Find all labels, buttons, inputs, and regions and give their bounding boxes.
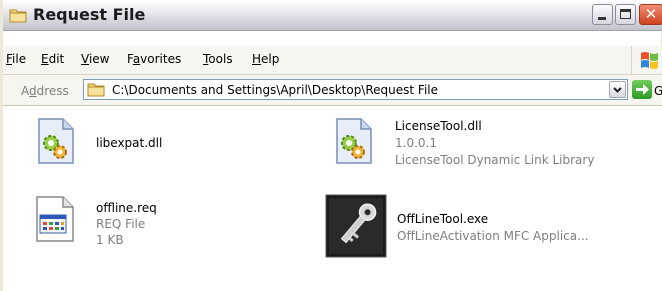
- file-item-offlinetool-exe[interactable]: OffLineTool.exe OffLineActivation MFC Ap…: [325, 194, 655, 260]
- file-name: libexpat.dll: [96, 136, 163, 150]
- address-input[interactable]: C:\Documents and Settings\April\Desktop\…: [83, 79, 628, 100]
- address-bar: Address C:\Documents and Settings\April\…: [3, 75, 662, 106]
- file-list: libexpat.dll LicenseTool.dll 1.0.0.1 Lic…: [6, 106, 662, 291]
- file-name: LicenseTool.dll: [395, 119, 482, 133]
- dll-gear-icon: [38, 118, 74, 164]
- menu-bar: File Edit View Favorites Tools Help: [3, 46, 662, 75]
- folder-icon: [9, 9, 27, 23]
- menu-edit[interactable]: Edit: [41, 52, 64, 66]
- chevron-down-icon: [613, 87, 622, 93]
- file-item-libexpat[interactable]: libexpat.dll: [31, 117, 291, 167]
- file-name: offline.req: [96, 201, 157, 215]
- folder-icon: [87, 83, 105, 97]
- menu-file[interactable]: File: [6, 52, 26, 66]
- dll-gear-icon: [336, 118, 372, 164]
- key-app-icon: [325, 194, 387, 258]
- file-version: 1.0.0.1: [395, 136, 437, 150]
- file-item-offline-req[interactable]: offline.req REQ File 1 KB: [31, 195, 291, 251]
- windows-flag-icon: [641, 52, 658, 69]
- menu-tools[interactable]: Tools: [203, 52, 233, 66]
- file-description: LicenseTool Dynamic Link Library: [395, 153, 595, 167]
- explorer-window: Request File ✕ File Edit View Favorites …: [0, 0, 662, 291]
- file-type: REQ File: [96, 217, 146, 231]
- title-bar[interactable]: Request File ✕: [3, 0, 662, 31]
- minimize-icon: [598, 17, 606, 20]
- menu-help[interactable]: Help: [252, 52, 279, 66]
- windows-logo-area: [631, 46, 662, 74]
- file-name: OffLineTool.exe: [397, 212, 489, 226]
- arrow-right-icon: [636, 84, 649, 95]
- address-label: Address: [21, 84, 69, 98]
- maximize-button[interactable]: [615, 4, 636, 25]
- file-item-licensetool-dll[interactable]: LicenseTool.dll 1.0.0.1 LicenseTool Dyna…: [329, 117, 649, 173]
- req-file-icon: [36, 196, 74, 242]
- close-icon: ✕: [644, 5, 658, 23]
- menu-view[interactable]: View: [81, 52, 109, 66]
- file-description: OffLineActivation MFC Applica...: [397, 229, 589, 243]
- go-button[interactable]: [632, 80, 652, 99]
- window-title: Request File: [33, 5, 146, 24]
- file-size: 1 KB: [96, 233, 124, 247]
- maximize-icon: [620, 9, 631, 19]
- minimize-button[interactable]: [592, 4, 613, 25]
- address-path: C:\Documents and Settings\April\Desktop\…: [112, 83, 438, 97]
- close-button[interactable]: ✕: [639, 4, 662, 25]
- address-dropdown-button[interactable]: [609, 81, 626, 98]
- go-label[interactable]: Go: [654, 84, 662, 98]
- menu-favorites[interactable]: Favorites: [127, 52, 181, 66]
